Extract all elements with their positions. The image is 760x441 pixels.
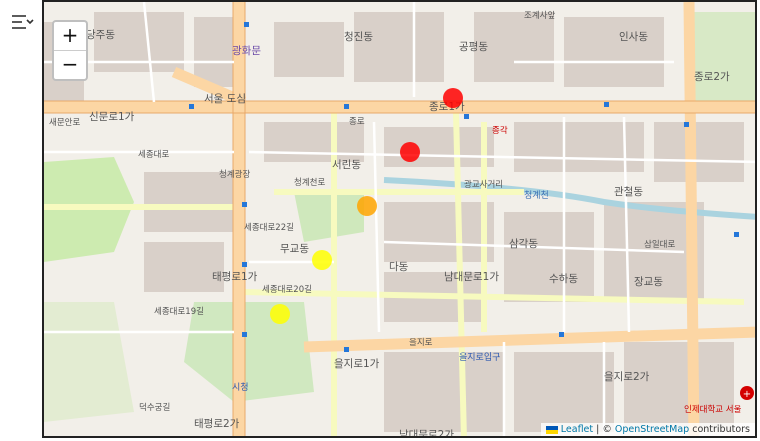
zoom-control: + − <box>52 20 88 81</box>
marker-red-1[interactable] <box>443 88 463 108</box>
map-container[interactable]: + 당주동 광화문 청진동 공평동 인사동 조계사앞 종로2가 서울 도심 새문… <box>42 0 757 438</box>
zoom-in-button[interactable]: + <box>54 22 86 50</box>
sidebar-toggle-button[interactable] <box>8 8 36 36</box>
osm-link[interactable]: OpenStreetMap <box>615 424 689 435</box>
marker-red-2[interactable] <box>400 142 420 162</box>
markers-layer <box>270 88 463 324</box>
attribution-separator: | © <box>593 424 615 435</box>
marker-yellow-2[interactable] <box>270 304 290 324</box>
marker-yellow-1[interactable] <box>312 250 332 270</box>
zoom-out-button[interactable]: − <box>54 50 86 79</box>
ukraine-flag-icon <box>545 425 558 434</box>
leaflet-link[interactable]: Leaflet <box>561 424 593 435</box>
marker-orange-1[interactable] <box>357 196 377 216</box>
attribution-contributors: contributors <box>689 424 750 435</box>
sidebar-toggle-icon <box>12 15 34 29</box>
map-attribution: Leaflet | © OpenStreetMap contributors <box>540 423 755 436</box>
